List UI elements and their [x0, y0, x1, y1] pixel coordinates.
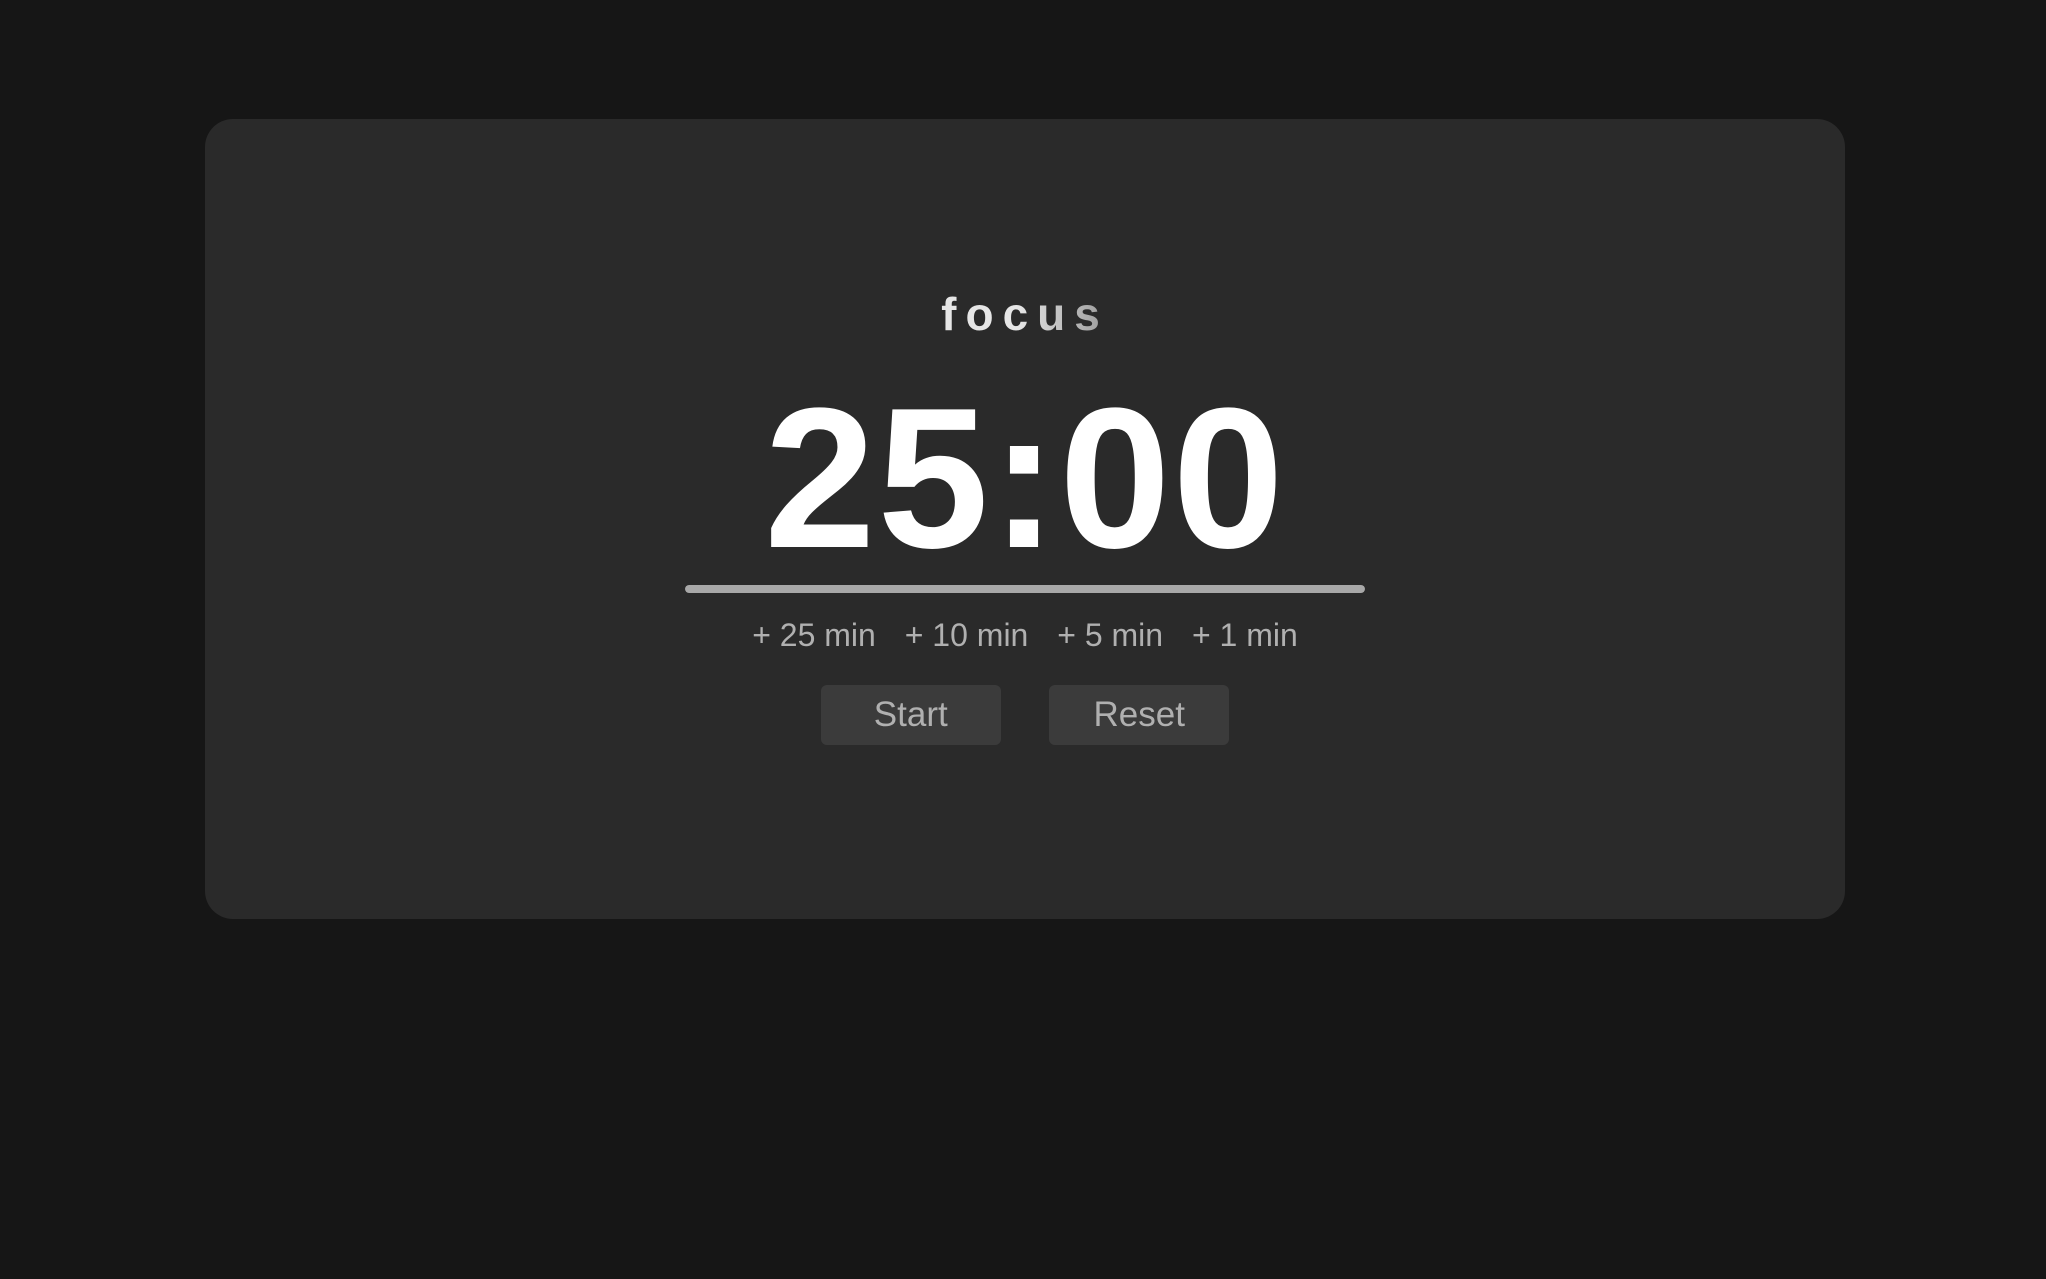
add-5-min-button[interactable]: + 5 min	[1057, 613, 1163, 657]
progress-bar-fill	[685, 585, 1365, 593]
mode-label-container: focus	[205, 291, 1845, 351]
increment-buttons: + 25 min + 10 min + 5 min + 1 min	[205, 613, 1845, 657]
reset-button[interactable]: Reset	[1049, 685, 1230, 745]
progress-bar	[685, 585, 1365, 593]
add-10-min-button[interactable]: + 10 min	[905, 613, 1029, 657]
start-button[interactable]: Start	[820, 685, 1001, 745]
timer-card: focus 25:00 + 25 min + 10 min + 5 min + …	[205, 119, 1845, 919]
mode-label: focus	[941, 288, 1109, 340]
timer-controls: Start Reset	[205, 685, 1845, 745]
add-1-min-button[interactable]: + 1 min	[1192, 613, 1298, 657]
time-display: 25:00	[764, 367, 1286, 590]
add-25-min-button[interactable]: + 25 min	[752, 613, 876, 657]
